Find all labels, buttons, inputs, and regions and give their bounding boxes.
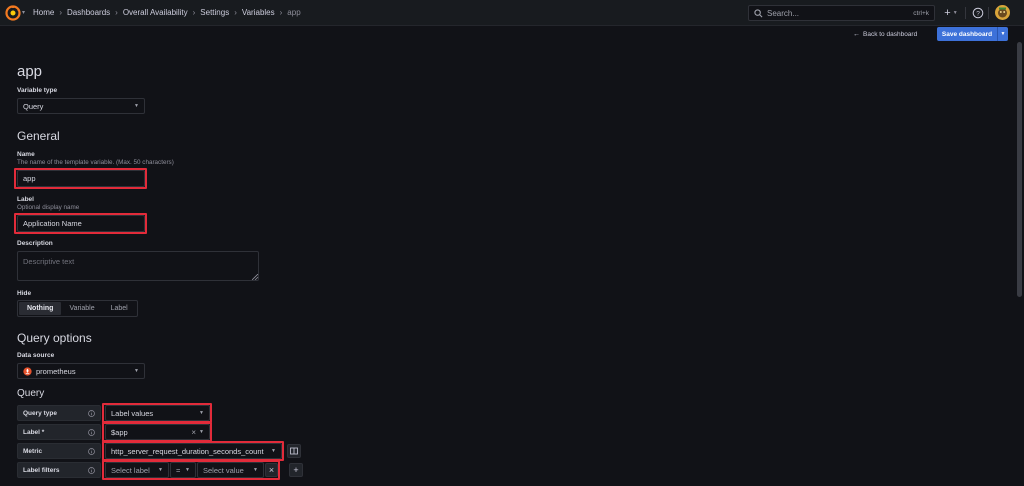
chevron-down-icon[interactable]: ▾ bbox=[22, 9, 25, 16]
divider bbox=[988, 7, 989, 19]
save-dashboard-button[interactable]: Save dashboard bbox=[937, 27, 997, 41]
scrollbar[interactable] bbox=[1017, 42, 1022, 297]
query-type-label: Query type bbox=[17, 405, 101, 421]
metric-label: Metric bbox=[17, 443, 101, 459]
hide-option-variable[interactable]: Variable bbox=[61, 302, 102, 315]
prometheus-icon bbox=[23, 366, 32, 376]
highlight-box bbox=[102, 422, 212, 442]
chevron-right-icon: › bbox=[192, 8, 196, 17]
hide-option-label[interactable]: Label bbox=[103, 302, 136, 315]
query-heading: Query bbox=[17, 388, 45, 399]
highlight-box bbox=[102, 403, 212, 423]
metrics-explorer-button[interactable] bbox=[287, 444, 301, 458]
back-to-dashboard-label: Back to dashboard bbox=[863, 30, 918, 38]
grafana-logo-icon[interactable] bbox=[5, 5, 21, 21]
label-description: Optional display name bbox=[17, 204, 80, 211]
label-row-label-text: Label * bbox=[23, 428, 45, 436]
name-description: The name of the template variable. (Max.… bbox=[17, 159, 174, 166]
metric-label-text: Metric bbox=[23, 447, 43, 455]
breadcrumb: Home › Dashboards › Overall Availability… bbox=[33, 8, 301, 17]
chevron-down-icon: ▼ bbox=[952, 10, 958, 16]
book-icon bbox=[290, 447, 298, 455]
chevron-right-icon: › bbox=[234, 8, 237, 17]
add-filter-button[interactable]: + bbox=[289, 463, 303, 477]
info-icon[interactable] bbox=[88, 467, 95, 474]
description-label: Description bbox=[17, 240, 53, 247]
highlight-box bbox=[102, 441, 284, 461]
breadcrumb-variables[interactable]: Variables bbox=[242, 8, 275, 17]
name-label: Name bbox=[17, 151, 35, 158]
variable-type-select[interactable]: Query ▼ bbox=[17, 98, 145, 114]
breadcrumb-current: app bbox=[287, 8, 301, 17]
breadcrumb-settings[interactable]: Settings bbox=[200, 8, 229, 17]
divider bbox=[965, 7, 966, 19]
search-shortcut: ctrl+k bbox=[913, 9, 929, 17]
avatar[interactable] bbox=[995, 5, 1010, 20]
highlight-box bbox=[14, 213, 147, 234]
resize-handle-icon[interactable] bbox=[252, 274, 258, 280]
highlight-box bbox=[102, 460, 280, 480]
chevron-right-icon: › bbox=[59, 8, 63, 17]
search-placeholder: Search... bbox=[767, 8, 800, 18]
label-filters-label: Label filters bbox=[17, 462, 101, 478]
save-options-chevron-down-icon[interactable]: ▼ bbox=[997, 27, 1008, 41]
top-navbar: ▾ Home › Dashboards › Overall Availabili… bbox=[0, 0, 1024, 26]
hide-option-nothing[interactable]: Nothing bbox=[19, 302, 62, 315]
info-icon[interactable] bbox=[88, 429, 95, 436]
data-source-select[interactable]: prometheus ▼ bbox=[17, 363, 145, 379]
chevron-down-icon: ▼ bbox=[134, 368, 139, 374]
label-label: Label bbox=[17, 196, 34, 203]
variable-type-value: Query bbox=[23, 101, 44, 111]
data-source-value: prometheus bbox=[36, 366, 76, 376]
description-textarea[interactable]: Descriptive text bbox=[17, 251, 259, 281]
chevron-down-icon: ▼ bbox=[134, 103, 139, 109]
hide-label: Hide bbox=[17, 290, 32, 297]
page-title: app bbox=[17, 63, 43, 80]
info-icon[interactable] bbox=[88, 448, 95, 455]
svg-text:?: ? bbox=[976, 10, 980, 17]
variable-type-label: Variable type bbox=[17, 87, 58, 94]
label-filters-label-text: Label filters bbox=[23, 466, 60, 474]
chevron-right-icon: › bbox=[279, 8, 283, 17]
chevron-right-icon: › bbox=[115, 8, 118, 17]
breadcrumb-dashboards[interactable]: Dashboards bbox=[67, 8, 110, 17]
label-row-label: Label * bbox=[17, 424, 101, 440]
hide-radio-group: Nothing Variable Label bbox=[17, 300, 138, 317]
search-input[interactable]: Search... ctrl+k bbox=[748, 5, 935, 21]
query-type-label-text: Query type bbox=[23, 409, 57, 417]
data-source-label: Data source bbox=[17, 352, 55, 359]
query-options-heading: Query options bbox=[17, 331, 92, 345]
breadcrumb-dashboard[interactable]: Overall Availability bbox=[123, 8, 188, 17]
info-icon[interactable] bbox=[88, 410, 95, 417]
breadcrumb-home[interactable]: Home bbox=[33, 8, 54, 17]
plus-icon: + bbox=[944, 7, 951, 19]
arrow-left-icon: ← bbox=[853, 30, 860, 38]
plus-icon: + bbox=[293, 465, 299, 475]
search-icon bbox=[754, 8, 763, 17]
back-to-dashboard-button[interactable]: ← Back to dashboard bbox=[853, 28, 917, 40]
help-icon[interactable]: ? bbox=[972, 7, 984, 19]
highlight-box bbox=[14, 168, 147, 189]
new-button[interactable]: + ▼ bbox=[941, 6, 961, 20]
general-heading: General bbox=[17, 129, 60, 143]
